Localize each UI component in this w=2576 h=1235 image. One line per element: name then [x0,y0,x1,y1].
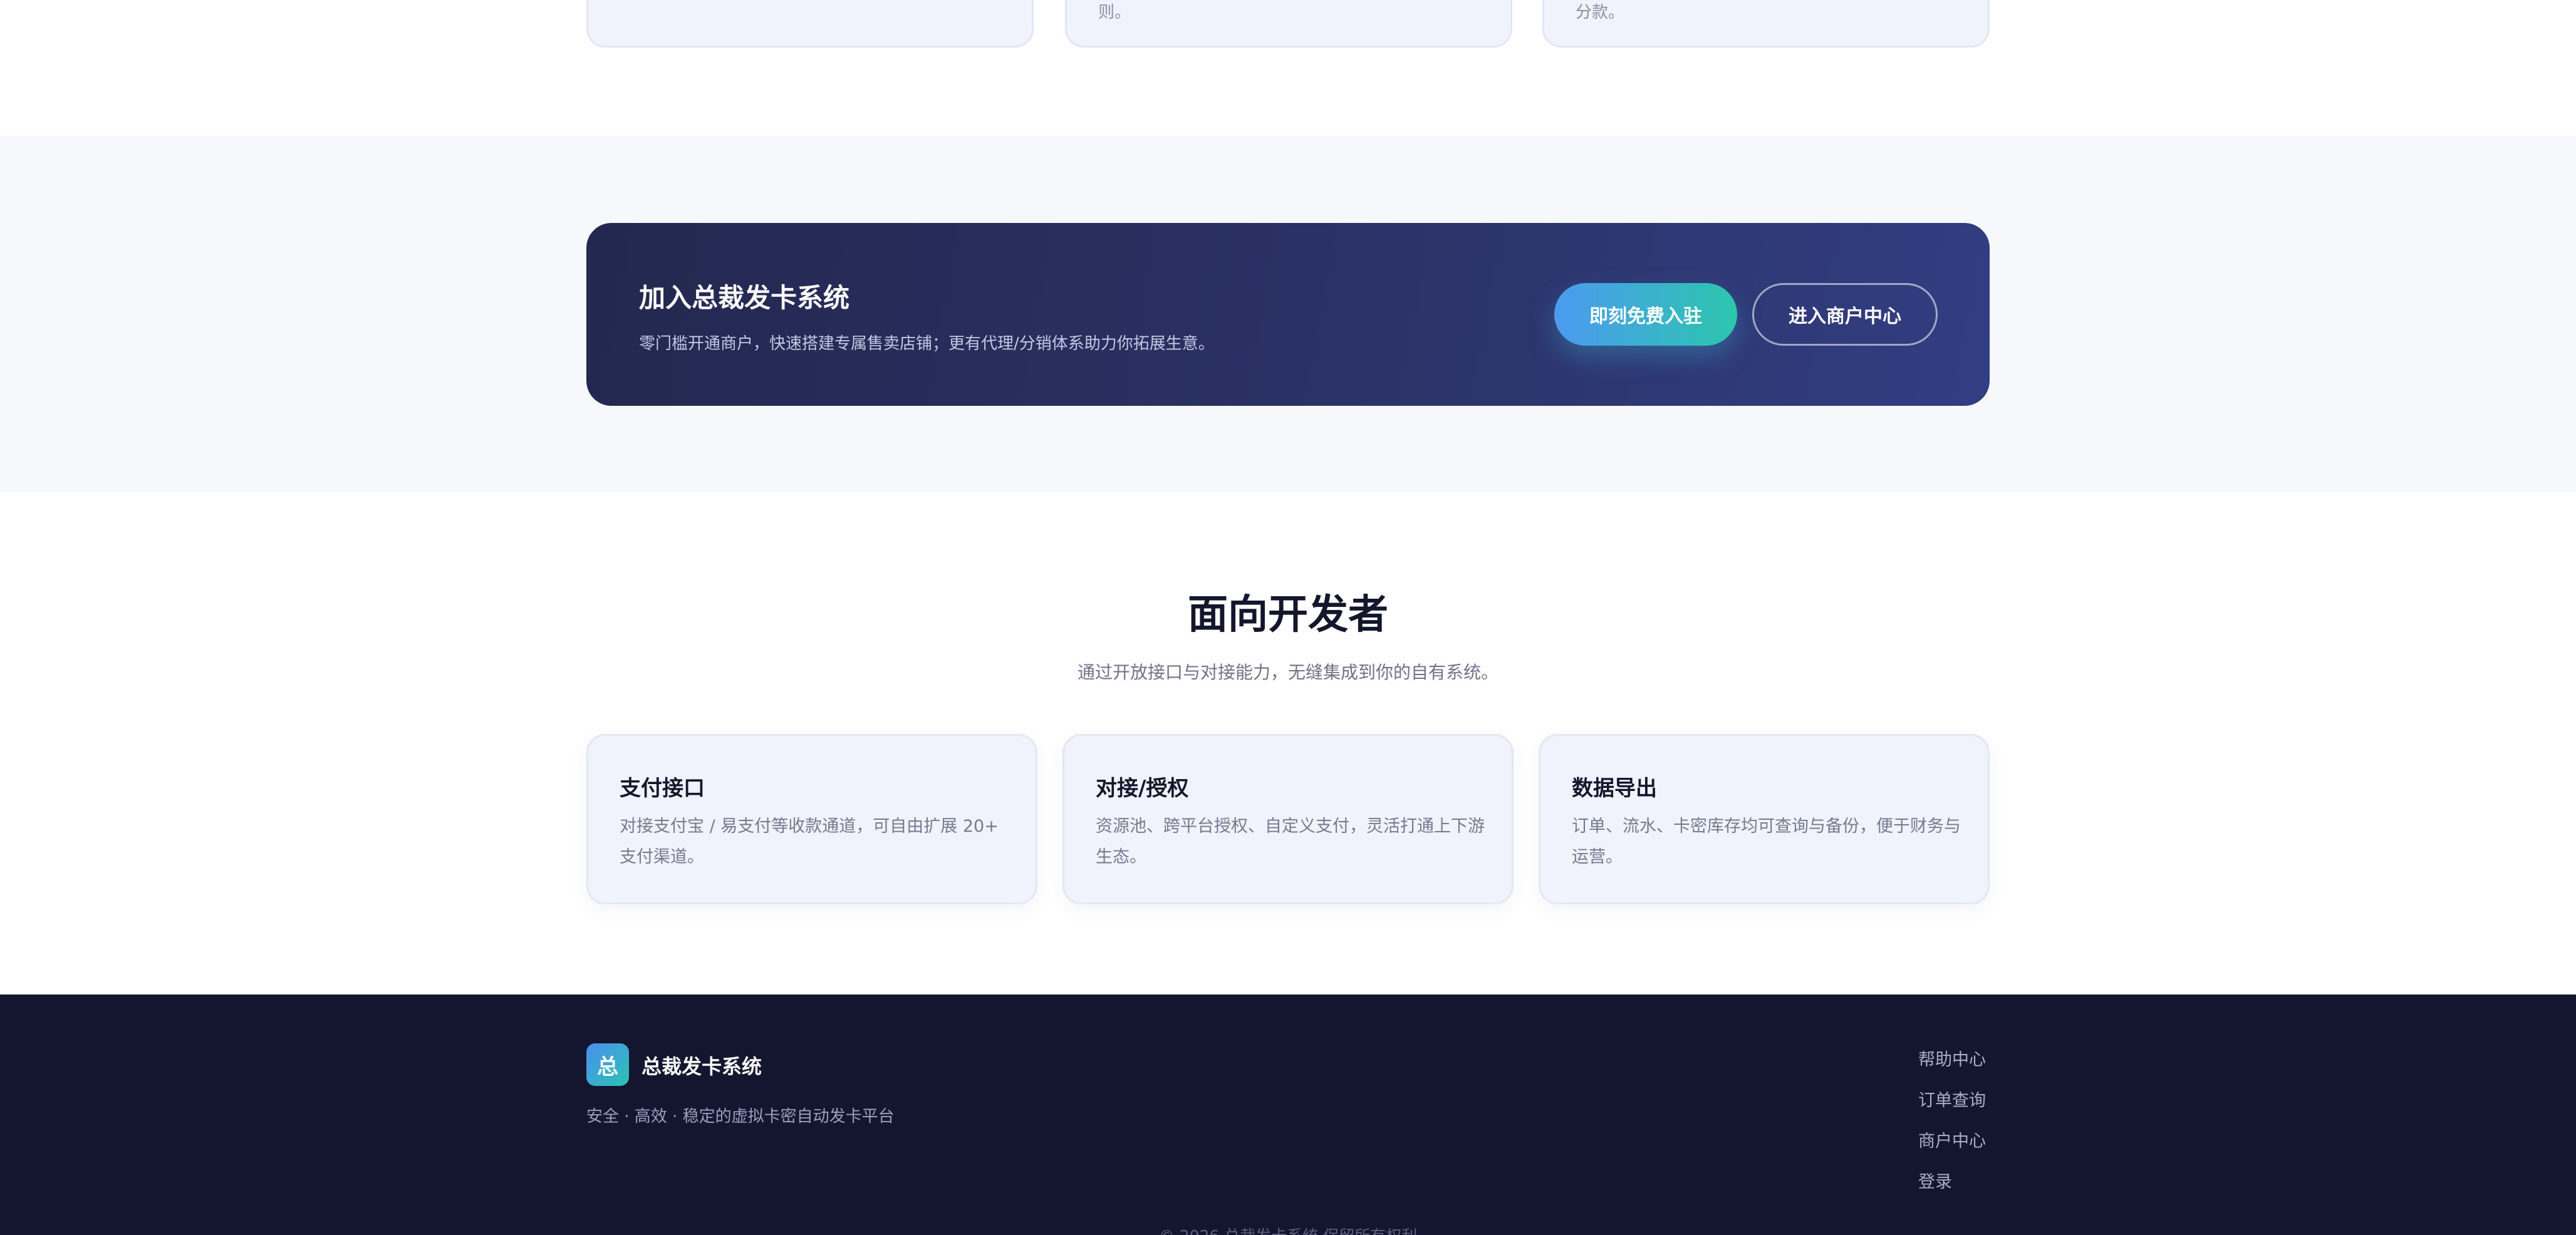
dev-card-title: 支付接口 [620,776,705,801]
feature-card-partial-text: 分款。 [1576,3,1625,22]
dev-card-payment-api: 支付接口 对接支付宝 / 易支付等收款通道，可自由扩展 20+ 支付渠道。 [586,734,1037,904]
brand-logo-icon[interactable]: 总 [586,1043,629,1086]
feature-card-partial [586,0,1034,48]
section-title: 面向开发者 [1188,592,1388,638]
copyright-text: © 2026 总裁发卡系统 保留所有权利 [0,1224,2576,1235]
footer-link-order-query[interactable]: 订单查询 [1918,1087,2056,1127]
merchant-center-button[interactable]: 进入商户中心 [1752,283,1938,346]
dev-card-desc: 资源池、跨平台授权、自定义支付，灵活打通上下游生态。 [1096,817,1485,867]
join-cta-card: 加入总裁发卡系统 零门槛开通商户，快速搭建专属售卖店铺；更有代理/分销体系助力你… [586,223,1990,406]
footer-link-merchant-center[interactable]: 商户中心 [1918,1127,2056,1168]
cta-title: 加入总裁发卡系统 [639,282,850,313]
dev-card-data-export: 数据导出 订单、流水、卡密库存均可查询与备份，便于财务与运营。 [1539,734,1990,904]
dev-card-title: 数据导出 [1572,776,1657,801]
dev-card-title: 对接/授权 [1096,776,1189,801]
footer-link-login[interactable]: 登录 [1918,1168,2056,1209]
register-free-button[interactable]: 即刻免费入驻 [1554,283,1737,346]
site-footer: 总 总裁发卡系统 安全 · 高效 · 稳定的虚拟卡密自动发卡平台 帮助中心 订单… [0,995,2576,1235]
section-subtitle: 通过开放接口与对接能力，无缝集成到你的自有系统。 [1077,662,1498,683]
footer-link-help[interactable]: 帮助中心 [1918,1046,2056,1087]
previous-feature-cards: 则。 分款。 [586,0,1990,48]
feature-card-partial: 分款。 [1542,0,1990,48]
feature-card-partial-text: 则。 [1098,3,1131,22]
dev-card-desc: 订单、流水、卡密库存均可查询与备份，便于财务与运营。 [1572,817,1961,867]
join-cta-section: 加入总裁发卡系统 零门槛开通商户，快速搭建专属售卖店铺；更有代理/分销体系助力你… [0,135,2576,492]
footer-nav: 帮助中心 订单查询 商户中心 登录 [1918,1046,2056,1209]
brand-tagline: 安全 · 高效 · 稳定的虚拟卡密自动发卡平台 [586,1107,895,1126]
brand-name[interactable]: 总裁发卡系统 [641,1051,762,1080]
cta-subtitle: 零门槛开通商户，快速搭建专属售卖店铺；更有代理/分销体系助力你拓展生意。 [639,334,1215,353]
dev-card-desc: 对接支付宝 / 易支付等收款通道，可自由扩展 20+ 支付渠道。 [620,817,999,867]
feature-card-partial: 则。 [1065,0,1512,48]
dev-card-integration: 对接/授权 资源池、跨平台授权、自定义支付，灵活打通上下游生态。 [1062,734,1514,904]
